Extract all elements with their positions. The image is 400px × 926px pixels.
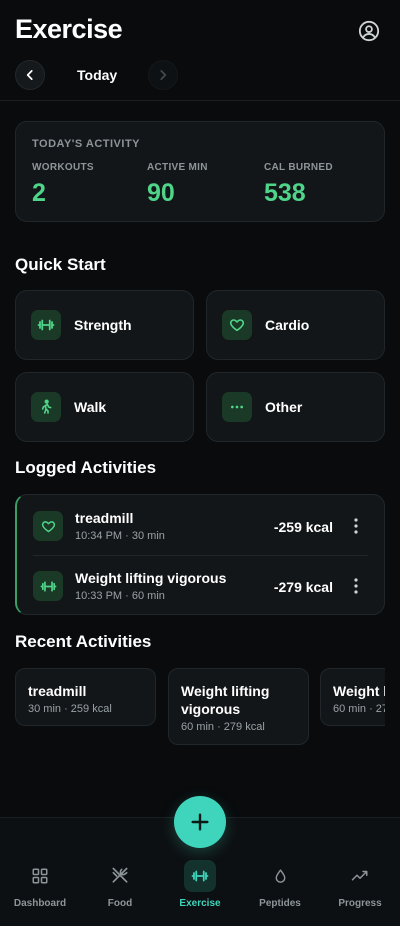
activity-meta: 10:34 PM · 30 min	[75, 530, 165, 542]
droplet-icon	[264, 860, 296, 892]
dumbbell-icon	[33, 571, 63, 601]
grid-icon	[24, 860, 56, 892]
logged-activity-row[interactable]: treadmill 10:34 PM · 30 min -259 kcal	[17, 495, 384, 555]
quick-start-walk-button[interactable]: Walk	[15, 372, 194, 442]
activity-name: treadmill	[75, 510, 134, 526]
stat-label: CAL BURNED	[264, 162, 333, 173]
nav-peptides[interactable]: Peptides	[240, 818, 320, 926]
fork-knife-icon	[104, 860, 136, 892]
logged-activities-card: treadmill 10:34 PM · 30 min -259 kcal We…	[15, 494, 385, 615]
user-circle-icon	[358, 20, 380, 42]
more-horizontal-icon	[222, 392, 252, 422]
trending-line-icon	[344, 860, 376, 892]
dumbbell-icon	[184, 860, 216, 892]
recent-activities-carousel[interactable]: treadmill 30 min · 259 kcal Weight lifti…	[15, 668, 385, 748]
nav-food[interactable]: Food	[80, 818, 160, 926]
stat-label: ACTIVE MIN	[147, 162, 208, 173]
quick-start-label: Cardio	[265, 317, 310, 333]
nav-label: Dashboard	[13, 898, 67, 909]
recent-activity-name: treadmill	[28, 683, 87, 699]
add-activity-button[interactable]	[174, 796, 226, 848]
recent-activity-card[interactable]: Weight lifting vigorous 60 min · 279 kca…	[320, 668, 385, 726]
recent-activity-meta: 60 min · 279 kcal	[181, 721, 265, 733]
nav-label: Peptides	[259, 898, 301, 909]
date-navigator: Today	[15, 60, 185, 90]
nav-label: Food	[107, 898, 133, 909]
recent-activity-name: Weight lifting vigorous	[181, 683, 270, 717]
chevron-left-icon	[26, 70, 33, 80]
recent-activity-name: Weight lifting vigorous	[333, 683, 385, 699]
chevron-right-icon	[160, 70, 167, 80]
nav-label: Progress	[338, 898, 382, 909]
quick-start-label: Strength	[74, 317, 132, 333]
logged-activities-title: Logged Activities	[15, 458, 157, 477]
activity-kcal: -259 kcal	[273, 519, 333, 535]
logged-activity-row[interactable]: Weight lifting vigorous 10:33 PM · 60 mi…	[17, 555, 384, 614]
page-title: Exercise	[15, 14, 123, 44]
quick-start-other-button[interactable]: Other	[206, 372, 385, 442]
stat-cal-burned: CAL BURNED 538	[264, 162, 333, 208]
activity-name: Weight lifting vigorous	[75, 570, 227, 586]
nav-label: Exercise	[179, 898, 221, 909]
todays-activity-label: TODAY'S ACTIVITY	[32, 138, 141, 150]
activity-kcal: -279 kcal	[273, 579, 333, 595]
recent-activity-card[interactable]: treadmill 30 min · 259 kcal	[15, 668, 156, 726]
recent-activity-card[interactable]: Weight lifting vigorous 60 min · 279 kca…	[168, 668, 309, 745]
header-divider	[0, 100, 400, 101]
walking-person-icon	[31, 392, 61, 422]
stat-workouts: WORKOUTS 2	[32, 162, 94, 208]
quick-start-label: Other	[265, 399, 303, 415]
stat-active-min: ACTIVE MIN 90	[147, 162, 208, 208]
recent-activity-meta: 60 min · 279 kcal	[333, 703, 385, 715]
stat-value: 90	[147, 179, 175, 207]
dumbbell-icon	[31, 310, 61, 340]
quick-start-strength-button[interactable]: Strength	[15, 290, 194, 360]
profile-button[interactable]	[358, 20, 380, 42]
quick-start-title: Quick Start	[15, 255, 106, 274]
recent-activities-title: Recent Activities	[15, 632, 152, 651]
activity-meta: 10:33 PM · 60 min	[75, 590, 165, 602]
stat-label: WORKOUTS	[32, 162, 94, 173]
heart-icon	[33, 511, 63, 541]
header: Exercise Today	[0, 0, 400, 100]
quick-start-cardio-button[interactable]: Cardio	[206, 290, 385, 360]
heart-icon	[222, 310, 252, 340]
plus-icon	[191, 813, 209, 831]
nav-dashboard[interactable]: Dashboard	[0, 818, 80, 926]
previous-day-button[interactable]	[15, 60, 45, 90]
more-vertical-icon[interactable]	[349, 517, 363, 535]
recent-activity-meta: 30 min · 259 kcal	[28, 703, 112, 715]
todays-activity-card: TODAY'S ACTIVITY WORKOUTS 2 ACTIVE MIN 9…	[15, 121, 385, 222]
next-day-button[interactable]	[148, 60, 178, 90]
date-label: Today	[77, 67, 118, 83]
nav-progress[interactable]: Progress	[320, 818, 400, 926]
stat-value: 2	[32, 179, 46, 207]
more-vertical-icon[interactable]	[349, 577, 363, 595]
stat-value: 538	[264, 179, 306, 207]
quick-start-label: Walk	[74, 399, 107, 415]
